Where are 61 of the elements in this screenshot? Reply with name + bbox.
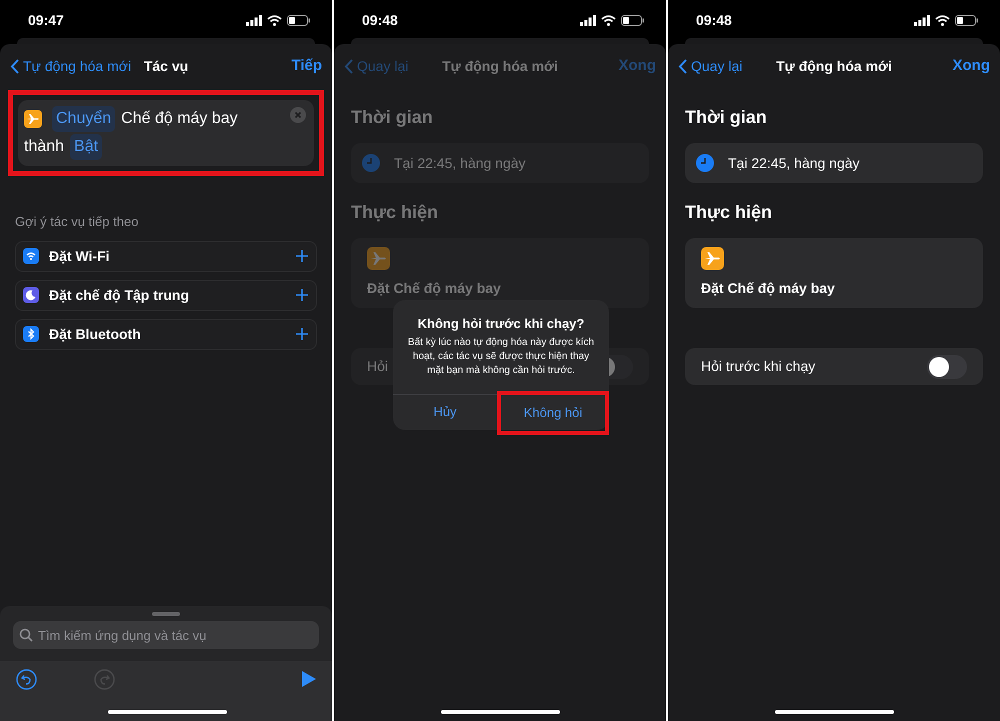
drag-handle[interactable] <box>152 612 180 616</box>
parameter-token[interactable]: Chuyển <box>52 106 116 132</box>
chevron-left-icon <box>344 58 353 74</box>
plus-icon <box>296 328 308 340</box>
signal-icon <box>914 14 930 26</box>
battery-icon <box>621 14 644 26</box>
undo-button[interactable] <box>16 669 37 690</box>
status-time: 09:47 <box>28 10 64 30</box>
dialog-message: Bất kỳ lúc nào tự động hóa này được kích hoạt, các tác vụ sẽ được thực hiện thay mặt bạn mà không cần hỏi trước. <box>406 336 596 378</box>
suggestion-row[interactable]: Đặt Wi-Fi <box>15 240 317 272</box>
action-text: Đặt Chế độ máy bay <box>367 279 502 298</box>
setting-label: Hỏi <box>367 357 388 376</box>
nav-title: Tác vụ <box>144 56 188 76</box>
plus-icon <box>296 289 308 301</box>
signal-icon <box>246 14 262 26</box>
next-button[interactable]: Tiếp <box>291 54 322 78</box>
section-heading: Thực hiện <box>685 201 774 224</box>
redo-icon <box>94 669 115 690</box>
wifi-icon <box>601 14 616 26</box>
nav-title: Tự động hóa mới <box>776 56 892 76</box>
close-icon[interactable] <box>290 107 306 123</box>
section-heading: Thời gian <box>351 106 434 129</box>
chevron-left-icon <box>10 58 19 74</box>
nav-title: Tự động hóa mới <box>442 56 558 76</box>
clock-icon <box>362 154 380 172</box>
suggestion-row[interactable]: Đặt chế độ Tập trung <box>15 280 317 310</box>
battery-icon <box>955 14 978 26</box>
action-text: Chế độ máy bay <box>121 109 238 129</box>
status-time: 09:48 <box>696 10 732 30</box>
search-icon <box>19 628 33 642</box>
airplane-icon <box>701 247 724 270</box>
toggle-switch[interactable] <box>927 354 967 378</box>
next-button[interactable]: Xong <box>952 54 990 78</box>
trigger-row[interactable]: Tại 22:45, hàng ngày <box>685 143 983 183</box>
parameter-token[interactable]: Bật <box>70 134 102 160</box>
suggestion-row[interactable]: Đặt Bluetooth <box>15 318 317 350</box>
section-heading: Thời gian <box>685 106 768 129</box>
clock-icon <box>696 154 714 172</box>
search-field[interactable]: Tìm kiếm ứng dụng và tác vụ <box>13 621 319 649</box>
play-icon <box>302 671 316 687</box>
dialog-button[interactable]: Không hỏi <box>497 390 609 434</box>
airplane-icon <box>24 110 42 128</box>
action-text: Đặt Chế độ máy bay <box>701 279 836 298</box>
plus-icon <box>296 250 308 262</box>
back-button[interactable]: Quay lại <box>678 56 776 76</box>
chevron-left-icon <box>678 58 687 74</box>
wifi-icon <box>267 14 282 26</box>
section-heading: Gợi ý tác vụ tiếp theo <box>15 213 140 231</box>
dialog-button[interactable]: Hủy <box>393 394 497 430</box>
dialog-title: Không hỏi trước khi chạy? <box>416 315 586 333</box>
battery-icon <box>287 14 310 26</box>
back-button[interactable]: Tự động hóa mới <box>10 56 144 76</box>
action-text: thành <box>24 137 64 157</box>
signal-icon <box>580 14 596 26</box>
undo-icon <box>16 669 37 690</box>
section-heading: Thực hiện <box>351 201 440 224</box>
airplane-icon <box>367 247 390 270</box>
wifi-icon <box>935 14 950 26</box>
play-button[interactable] <box>302 671 316 687</box>
setting-label: Hỏi trước khi chạy <box>701 357 816 376</box>
status-time: 09:48 <box>362 10 398 30</box>
